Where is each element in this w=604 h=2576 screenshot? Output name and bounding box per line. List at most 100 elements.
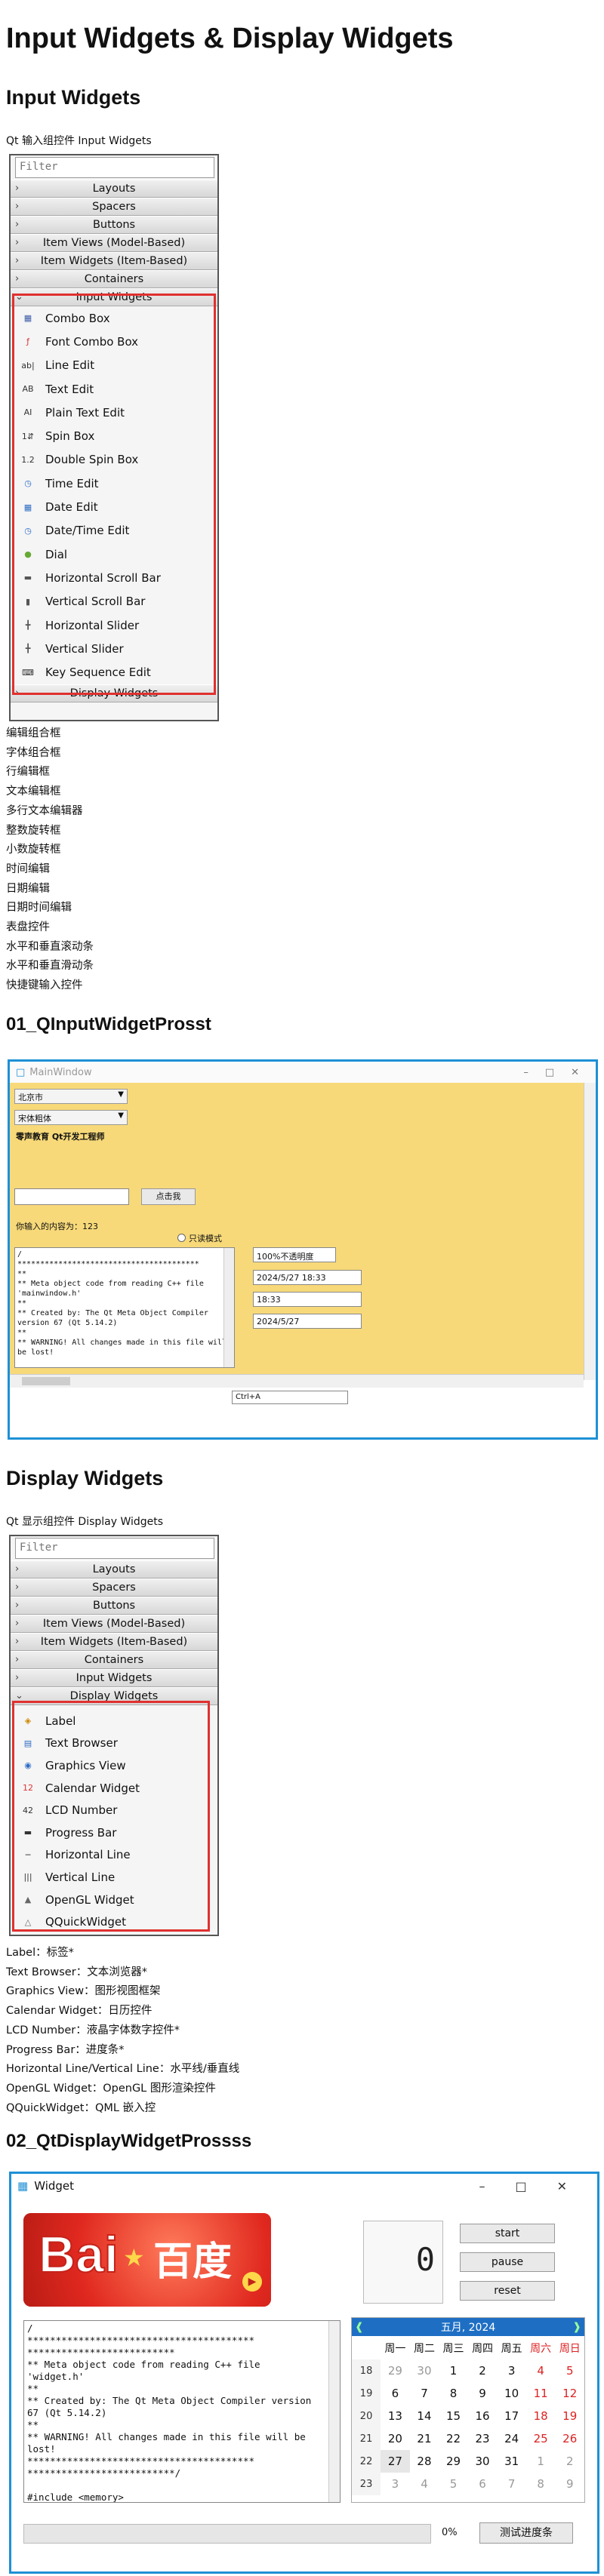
calendar-day[interactable]: 24 [497, 2427, 526, 2450]
calendar-day[interactable]: 29 [439, 2450, 468, 2473]
calendar-day[interactable]: 4 [410, 2473, 439, 2495]
category-item-widgets-item-based-[interactable]: › Item Widgets (Item-Based) [11, 1633, 217, 1651]
calendar-widget[interactable]: ❰ 五月, 2024 ❱ 周一 周二 周三 周四 周五 周六 周日 18 29 30 1 2 3 4 5 19… [351, 2317, 585, 2503]
filter-input[interactable]: Filter [15, 157, 214, 178]
calendar-day[interactable]: 11 [526, 2382, 556, 2405]
calendar-month[interactable]: 五月, 2024 [441, 2319, 496, 2335]
week-number: 20 [352, 2405, 381, 2427]
calendar-day[interactable]: 30 [410, 2359, 439, 2382]
city-combo[interactable]: 北京市 ▼ [14, 1089, 128, 1104]
calendar-day[interactable]: 22 [439, 2427, 468, 2450]
calendar-day[interactable]: 1 [439, 2359, 468, 2382]
calendar-day[interactable]: 27 [381, 2450, 410, 2473]
text-browser[interactable]: / **************************************… [23, 2320, 341, 2503]
calendar-day[interactable]: 12 [555, 2382, 584, 2405]
calendar-day[interactable]: 2 [555, 2450, 584, 2473]
page-title: Input Widgets & Display Widgets [6, 23, 454, 54]
calendar-day[interactable]: 8 [439, 2382, 468, 2405]
calendar-day[interactable]: 25 [526, 2427, 556, 2450]
translation-line: Horizontal Line/Vertical Line：水平线/垂直线 [6, 2063, 240, 2076]
calendar-day[interactable]: 3 [381, 2473, 410, 2495]
weekday-header: 周四 [472, 2342, 494, 2355]
calendar-day[interactable]: 3 [497, 2359, 526, 2382]
font-combo[interactable]: 宋体粗体 ▼ [14, 1110, 128, 1125]
weekday-header: 周二 [413, 2342, 435, 2355]
start-button[interactable]: start [460, 2224, 555, 2243]
calendar-day[interactable]: 14 [410, 2405, 439, 2427]
opacity-spinbox[interactable]: 100%不透明度 [253, 1247, 336, 1262]
key-sequence-edit[interactable]: Ctrl+A [232, 1391, 348, 1404]
window-controls[interactable]: –□✕ [479, 2179, 597, 2193]
calendar-day[interactable]: 5 [555, 2359, 584, 2382]
pause-button[interactable]: pause [460, 2252, 555, 2272]
translation-line: 日期编辑 [6, 882, 50, 895]
category-item-views-model-based-[interactable]: › Item Views (Model-Based) [11, 1615, 217, 1633]
line-edit[interactable] [14, 1188, 129, 1205]
calendar-day[interactable]: 13 [381, 2405, 410, 2427]
calendar-day[interactable]: 26 [555, 2427, 584, 2450]
central-widget: 北京市 ▼ 宋体粗体 ▼ 零声教育 Qt开发工程师 点击我 你输入的内容为：123 … [10, 1083, 584, 1380]
calendar-day[interactable]: 5 [439, 2473, 468, 2495]
chevron-right-icon: › [15, 1636, 20, 1647]
next-month-icon[interactable]: ❱ [572, 2321, 581, 2333]
calendar-day[interactable]: 7 [410, 2382, 439, 2405]
calendar-day[interactable]: 21 [410, 2427, 439, 2450]
calendar-day[interactable]: 9 [555, 2473, 584, 2495]
calendar-day[interactable]: 17 [497, 2405, 526, 2427]
prev-month-icon[interactable]: ❰ [355, 2321, 364, 2333]
highlight-frame [12, 1701, 210, 1932]
calendar-day[interactable]: 6 [381, 2382, 410, 2405]
click-button[interactable]: 点击我 [141, 1188, 196, 1205]
main-vertical-scrollbar[interactable] [584, 1083, 596, 1380]
calendar-day[interactable]: 6 [468, 2473, 498, 2495]
week-number: 18 [352, 2359, 381, 2382]
calendar-day[interactable]: 18 [526, 2405, 556, 2427]
horizontal-scrollbar[interactable] [10, 1374, 584, 1388]
calendar-day[interactable]: 31 [497, 2450, 526, 2473]
window-controls[interactable]: –□✕ [523, 1067, 596, 1078]
calendar-day[interactable]: 28 [410, 2450, 439, 2473]
translation-line: Progress Bar：进度条* [6, 2043, 125, 2056]
readonly-radio[interactable]: 只读模式 [177, 1232, 222, 1244]
category-layouts[interactable]: › Layouts [11, 1560, 217, 1578]
vertical-scrollbar[interactable] [223, 1248, 234, 1367]
test-progress-button[interactable]: 测试进度条 [479, 2522, 573, 2544]
category-buttons[interactable]: › Buttons [11, 1597, 217, 1615]
calendar-day[interactable]: 2 [468, 2359, 498, 2382]
calendar-day[interactable]: 20 [381, 2427, 410, 2450]
chevron-right-icon: › [15, 273, 20, 284]
time-edit[interactable]: 18:33 [253, 1292, 362, 1307]
calendar-day[interactable]: 4 [526, 2359, 556, 2382]
category-containers[interactable]: › Containers [11, 270, 217, 288]
calendar-day[interactable]: 16 [468, 2405, 498, 2427]
translation-line: 文本编辑框 [6, 785, 61, 798]
window-title: Widget [34, 2179, 75, 2193]
vertical-scrollbar[interactable] [328, 2321, 340, 2502]
category-item-widgets-item-based-[interactable]: › Item Widgets (Item-Based) [11, 252, 217, 270]
category-spacers[interactable]: › Spacers [11, 198, 217, 216]
calendar-day[interactable]: 19 [555, 2405, 584, 2427]
calendar-day[interactable]: 1 [526, 2450, 556, 2473]
date-edit[interactable]: 2024/5/27 [253, 1314, 362, 1329]
category-containers[interactable]: › Containers [11, 1651, 217, 1669]
translation-line: 字体组合框 [6, 746, 61, 759]
category-layouts[interactable]: › Layouts [11, 180, 217, 198]
calendar-day[interactable]: 7 [497, 2473, 526, 2495]
reset-button[interactable]: reset [460, 2281, 555, 2301]
chevron-right-icon: › [15, 201, 20, 212]
calendar-day[interactable]: 10 [497, 2382, 526, 2405]
datetime-edit[interactable]: 2024/5/27 18:33 [253, 1270, 362, 1285]
category-item-views-model-based-[interactable]: › Item Views (Model-Based) [11, 234, 217, 252]
category-spacers[interactable]: › Spacers [11, 1578, 217, 1597]
category-buttons[interactable]: › Buttons [11, 216, 217, 234]
calendar-day[interactable]: 29 [381, 2359, 410, 2382]
calendar-day[interactable]: 15 [439, 2405, 468, 2427]
calendar-day[interactable]: 30 [468, 2450, 498, 2473]
translation-line: 小数旋转框 [6, 844, 61, 856]
filter-input[interactable]: Filter [15, 1538, 214, 1559]
calendar-day[interactable]: 8 [526, 2473, 556, 2495]
text-edit[interactable]: / **************************************… [14, 1247, 235, 1368]
category-input-widgets[interactable]: › Input Widgets [11, 1669, 217, 1687]
calendar-day[interactable]: 9 [468, 2382, 498, 2405]
calendar-day[interactable]: 23 [468, 2427, 498, 2450]
